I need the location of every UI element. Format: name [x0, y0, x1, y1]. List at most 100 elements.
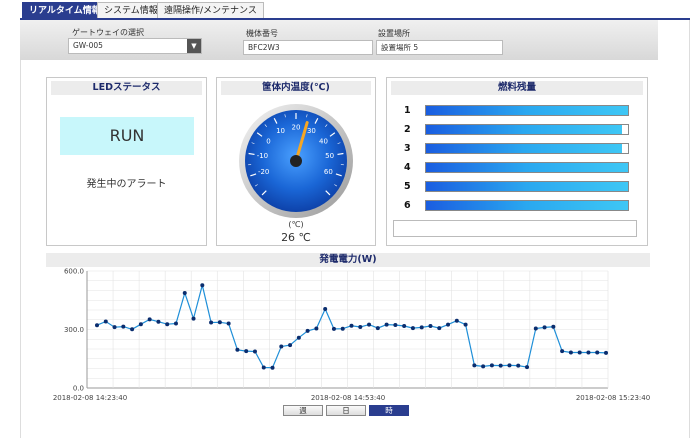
chart-point [410, 326, 415, 331]
chart-point [463, 322, 468, 327]
gateway-select[interactable]: GW-005 ▼ [68, 38, 202, 54]
temperature-gauge: -20 -10 0 10 20 3040 50 60 (℃) [239, 104, 353, 229]
chart-point [367, 322, 372, 327]
chart-point [402, 323, 407, 328]
fuel-tank-label: 3 [404, 143, 411, 154]
tab-realtime-info[interactable]: リアルタイム情報 [22, 2, 108, 18]
fuel-level-fill [426, 163, 628, 172]
active-alerts-label: 発生中のアラート [86, 179, 167, 190]
fuel-tank-label: 6 [404, 200, 411, 211]
chart-point [323, 307, 328, 312]
chart-point [261, 365, 266, 370]
chart-point [568, 350, 573, 355]
fuel-level-bar [425, 200, 629, 211]
gauge-tick-label: 10 [276, 127, 285, 135]
chart-y-tick-label: 300.0 [64, 326, 84, 334]
fuel-level-fill [426, 144, 622, 153]
gauge-tick-label: 60 [324, 168, 333, 176]
chart-x-tick-label: 2018-02-08 15:23:40 [576, 394, 650, 402]
gauge-tick-label: -20 [258, 168, 269, 176]
chart-point [551, 324, 556, 329]
gateway-select-label: ゲートウェイの選択 [72, 28, 144, 37]
fuel-tank-label: 4 [404, 162, 411, 173]
chart-point [393, 323, 398, 328]
chart-point [560, 349, 565, 354]
range-toggle-week[interactable]: 週 [283, 405, 323, 416]
gauge-tick-label: 0 [266, 138, 270, 146]
chart-point [428, 323, 433, 328]
fuel-row: 2 [387, 121, 637, 140]
fuel-row: 1 [387, 102, 637, 121]
fuel-level-bar [425, 162, 629, 173]
location-label: 設置場所 [378, 29, 410, 38]
chart-point [226, 321, 231, 326]
chart-point [595, 350, 600, 355]
chart-point [446, 322, 451, 327]
chart-point [244, 349, 249, 354]
chart-x-tick-label: 2018-02-08 14:23:40 [53, 394, 127, 402]
chart-point [173, 321, 178, 326]
chart-point [384, 322, 389, 327]
chart-point [604, 350, 608, 355]
chart-point [191, 316, 196, 321]
fuel-level-bar [425, 124, 629, 135]
led-status-panel: LEDステータス RUN 発生中のアラート [46, 77, 207, 246]
chart-point [331, 326, 336, 331]
fuel-level-title: 燃料残量 [391, 81, 643, 95]
range-toggle-day[interactable]: 日 [326, 405, 366, 416]
chart-point [209, 320, 214, 325]
chevron-down-icon[interactable]: ▼ [187, 39, 201, 53]
chart-point [305, 328, 310, 333]
chart-point [375, 326, 380, 331]
gauge-tick-label: -10 [257, 152, 268, 160]
tab-remote-maintenance[interactable]: 遠隔操作/メンテナンス [157, 2, 264, 18]
chart-point [235, 347, 240, 352]
fuel-tank-label: 1 [404, 105, 411, 116]
chart-point [358, 324, 363, 329]
chart-y-tick-label: 600.0 [64, 268, 84, 276]
machine-number-field[interactable]: BFC2W3 [243, 40, 373, 55]
chart-point [314, 326, 319, 331]
fuel-row: 6 [387, 197, 637, 216]
chart-point [252, 349, 257, 354]
temperature-readout: 26 ℃ [281, 231, 311, 244]
chart-point [340, 326, 345, 331]
gauge-tick-label: 30 [307, 127, 316, 135]
chart-point [217, 320, 222, 325]
fuel-level-bar [425, 105, 629, 116]
chart-point [525, 365, 530, 370]
chart-point [419, 325, 424, 330]
fuel-row: 3 [387, 140, 637, 159]
power-line-chart: 0.0 300.0 600.0 2018-02-08 14:23:40 2018-02… [53, 268, 650, 403]
chart-point [349, 323, 354, 328]
chart-x-tick-label: 2018-02-08 14:53:40 [311, 394, 385, 402]
chart-point [489, 363, 494, 368]
chart-point [95, 323, 99, 328]
gauge-tick-label: 20 [292, 124, 301, 132]
chart-point [165, 322, 170, 327]
chart-point [533, 326, 538, 331]
chart-point [200, 283, 205, 288]
fuel-level-bar [425, 181, 629, 192]
tab-system-info[interactable]: システム情報 [97, 2, 165, 18]
chart-point [279, 344, 284, 349]
chart-point [138, 322, 143, 327]
gauge-unit-label: (℃) [288, 220, 303, 229]
fuel-level-panel: 燃料残量 1 2 3 4 5 6 [386, 77, 648, 246]
fuel-level-fill [426, 182, 628, 191]
chart-point [296, 335, 301, 340]
fuel-row: 4 [387, 159, 637, 178]
chart-point [454, 318, 459, 323]
chart-point [130, 327, 135, 332]
temperature-panel: 筐体内温度(℃) -20 -10 0 10 20 30 40 50 60 (℃) 26 ℃ [216, 77, 376, 246]
fuel-level-fill [426, 106, 628, 115]
location-field[interactable]: 設置場所 5 [376, 40, 503, 55]
chart-point [481, 364, 486, 369]
fuel-row: 5 [387, 178, 637, 197]
chart-point [103, 319, 108, 324]
fuel-level-fill [426, 125, 622, 134]
chart-point [516, 363, 521, 368]
fuel-tank-label: 5 [404, 181, 411, 192]
range-toggle-hour[interactable]: 時 [369, 405, 409, 416]
tab-bar: リアルタイム情報 システム情報 遠隔操作/メンテナンス [0, 0, 700, 20]
